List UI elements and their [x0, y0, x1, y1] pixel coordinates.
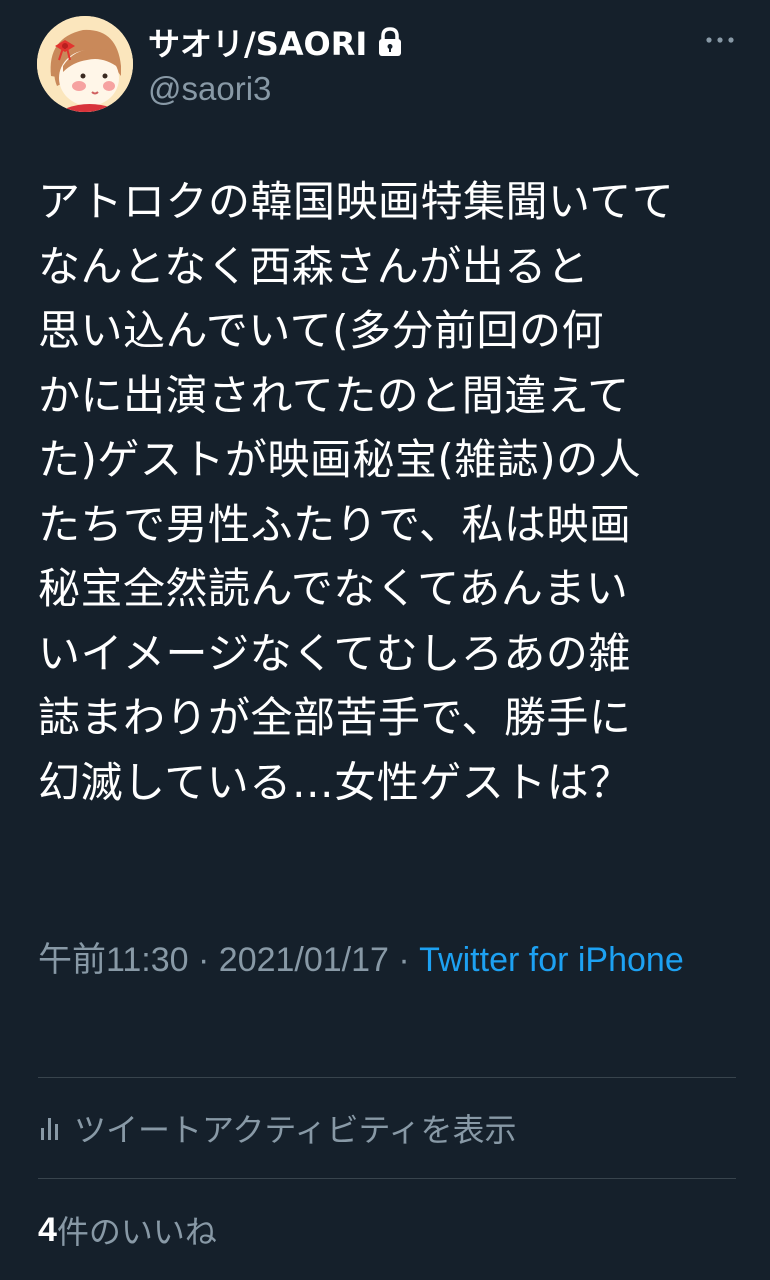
display-name[interactable]: サオリ/SAORI — [148, 19, 367, 65]
divider — [38, 1077, 736, 1078]
likes-count: 4 — [38, 1210, 57, 1249]
tweet-meta: 午前11:30 · 2021/01/17 · Twitter for iPhon… — [38, 925, 738, 995]
tweet-text: アトロクの韓国映画特集聞いてて なんとなく西森さんが出ると 思い込んでいて(多分… — [38, 177, 675, 807]
name-row[interactable]: サオリ/SAORI — [148, 20, 405, 64]
handle[interactable]: @saori3 — [148, 70, 271, 108]
avatar[interactable] — [37, 16, 133, 112]
more-horizontal-icon — [706, 37, 734, 43]
tweet-header: サオリ/SAORI @saori3 — [0, 0, 770, 130]
likes-link[interactable]: 4 件のいいね — [38, 1202, 217, 1258]
girl-with-bow-avatar-icon — [37, 16, 133, 112]
tweet-source-link[interactable]: Twitter for iPhone — [419, 941, 684, 979]
meta-separator: · — [388, 941, 420, 979]
tweet-activity-link[interactable]: ツイートアクティビティを表示 — [38, 1100, 517, 1156]
tweet-time: 午前11:30 — [38, 941, 189, 979]
tweet-date[interactable]: 2021/01/17 — [219, 941, 389, 979]
bar-chart-icon — [41, 1118, 58, 1140]
meta-separator: · — [188, 941, 219, 979]
more-button[interactable] — [700, 22, 740, 58]
likes-label: 件のいいね — [56, 1213, 217, 1251]
activity-label: ツイートアクティビティを表示 — [74, 1111, 517, 1149]
divider — [38, 1178, 736, 1179]
lock-icon — [375, 26, 405, 58]
